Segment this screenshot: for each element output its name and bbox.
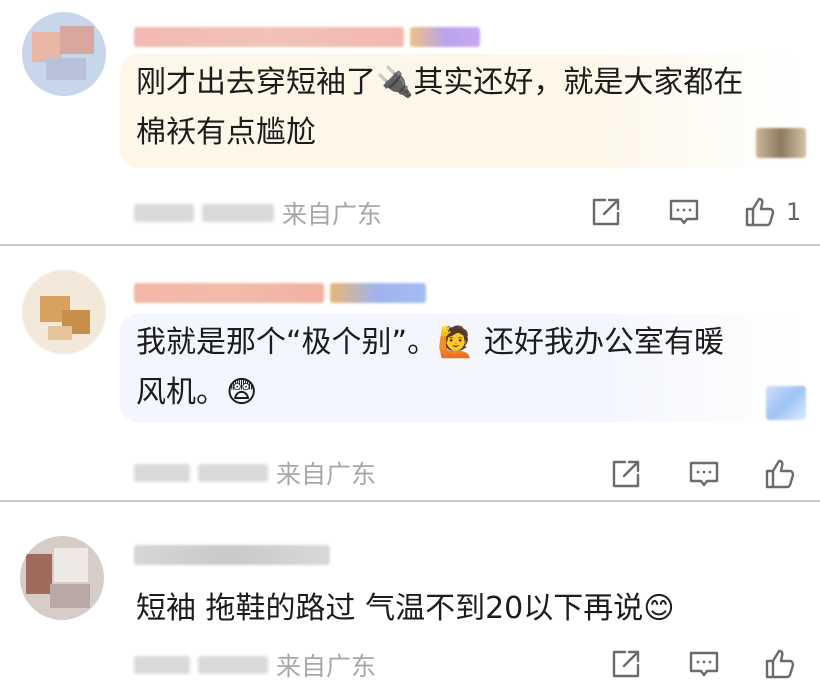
comment-icon: [689, 651, 719, 677]
avatar[interactable]: [22, 270, 106, 354]
comment-item-2: 我就是那个“极个别”。🙋 还好我办公室有暖 风机。😨 来自广东: [0, 258, 820, 498]
like-button[interactable]: [760, 644, 800, 684]
avatar[interactable]: [22, 12, 106, 96]
reply-button[interactable]: [684, 454, 724, 494]
avatar[interactable]: [20, 536, 104, 620]
like-icon: [765, 459, 795, 489]
action-bar: [606, 454, 806, 494]
share-button[interactable]: [586, 192, 626, 232]
comment-icon: [689, 461, 719, 487]
sticker-thumbnail: [756, 128, 806, 158]
like-icon: [765, 649, 795, 679]
share-icon: [612, 650, 640, 678]
share-button[interactable]: [606, 644, 646, 684]
location-label: 来自广东: [276, 460, 377, 489]
username[interactable]: [134, 280, 426, 306]
comment-text: 我就是那个“极个别”。🙋 还好我办公室有暖 风机。😨: [136, 325, 724, 410]
share-button[interactable]: [606, 454, 646, 494]
comment-meta: 来自广东: [134, 458, 377, 489]
share-icon: [592, 198, 620, 226]
location-label: 来自广东: [276, 652, 377, 681]
comment-text: 短袖 拖鞋的路过 气温不到20以下再说😊: [136, 591, 675, 626]
share-icon: [612, 460, 640, 488]
comment-icon: [669, 199, 699, 225]
like-count: 1: [786, 198, 802, 226]
comment-meta: 来自广东: [134, 198, 383, 229]
comment-meta: 来自广东: [134, 650, 377, 681]
comment-item-1: 刚才出去穿短袖了🔌其实还好，就是大家都在 棉袄有点尴尬 来自广东 1: [0, 0, 820, 244]
reply-button[interactable]: [684, 644, 724, 684]
comment-item-3: 短袖 拖鞋的路过 气温不到20以下再说😊 来自广东: [0, 514, 820, 690]
action-bar: [606, 644, 806, 684]
like-icon: [745, 197, 775, 227]
action-bar: 1: [586, 192, 801, 232]
location-label: 来自广东: [282, 200, 383, 229]
username[interactable]: [134, 542, 330, 568]
like-button[interactable]: [740, 192, 780, 232]
sticker-thumbnail: [766, 386, 806, 420]
comment-text: 刚才出去穿短袖了🔌其实还好，就是大家都在 棉袄有点尴尬: [136, 65, 744, 150]
username[interactable]: [134, 24, 480, 50]
reply-button[interactable]: [664, 192, 704, 232]
divider: [0, 244, 820, 246]
like-button[interactable]: [760, 454, 800, 494]
divider: [0, 500, 820, 502]
